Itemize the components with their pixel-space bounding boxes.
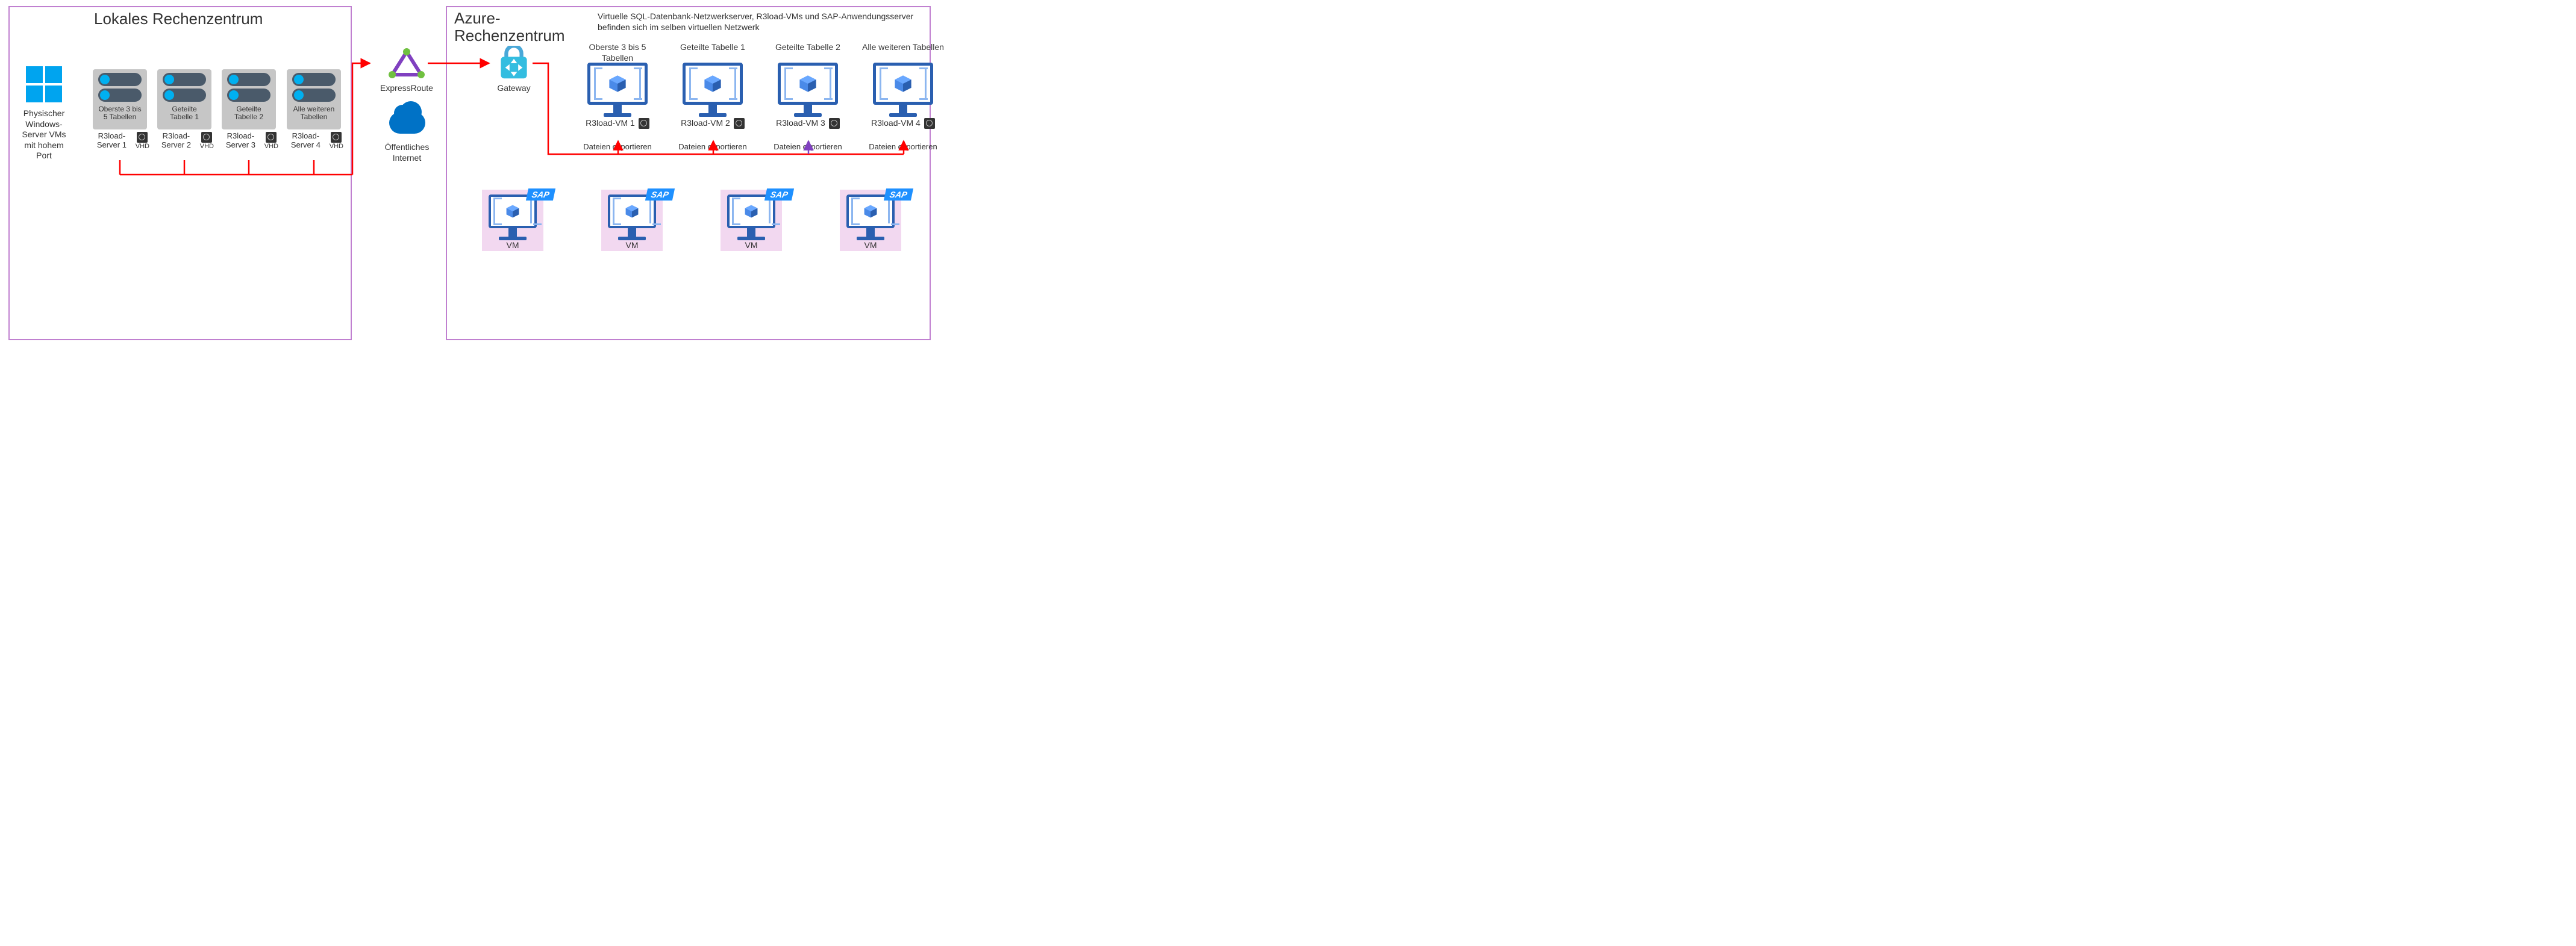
expressroute-block: ExpressRoute: [374, 48, 440, 94]
windows-caption: Physischer Windows-Server VMs mit hohem …: [17, 108, 71, 161]
server-name: R3load-Server 2: [155, 132, 198, 150]
export-label: Dateien exportieren: [774, 142, 842, 151]
server-box-caption: Alle weiteren Tabellen: [290, 105, 337, 121]
azure-title: Azure-Rechenzentrum: [454, 10, 565, 44]
r3vm-top-label: Alle weiteren Tabellen: [862, 42, 944, 63]
server-box-icon: Geteilte Tabelle 2: [222, 69, 276, 129]
vm-monitor-icon: [775, 63, 841, 117]
vhd-disk: VHD: [136, 132, 149, 150]
r3load-server-3: Geteilte Tabelle 2 R3load-Server 3 VHD: [219, 69, 278, 150]
vhd-disk: VHD: [264, 132, 278, 150]
vhd-label: VHD: [330, 143, 343, 150]
disk-icon: [266, 132, 277, 143]
r3load-vm-1: Oberste 3 bis 5 Tabellen R3load-VM 1 Dat…: [572, 42, 663, 151]
disk-icon: [331, 132, 342, 143]
server-name: R3load-Server 4: [284, 132, 327, 150]
cloud-icon: [389, 112, 425, 134]
r3vm-name: R3load-VM 1: [586, 118, 635, 129]
server-box-caption: Geteilte Tabelle 1: [161, 105, 208, 121]
sap-vm-label: VM: [507, 240, 519, 251]
r3vm-top-label: Geteilte Tabelle 2: [775, 42, 840, 63]
server-box-icon: Oberste 3 bis 5 Tabellen: [93, 69, 147, 129]
diagram-stage: Lokales Rechenzentrum Physischer Windows…: [6, 6, 934, 343]
r3vm-name: R3load-VM 3: [776, 118, 825, 129]
r3vm-name: R3load-VM 2: [681, 118, 730, 129]
public-internet-block: Öffentliches Internet: [378, 102, 436, 163]
sap-badge: SAP: [526, 188, 555, 201]
sap-vm-label: VM: [626, 240, 639, 251]
vm-monitor-icon: [843, 194, 898, 240]
vm-monitor-icon: [605, 194, 659, 240]
r3vm-top-label: Oberste 3 bis 5 Tabellen: [572, 42, 663, 63]
server-box-icon: Alle weiteren Tabellen: [287, 69, 341, 129]
r3vm-top-label: Geteilte Tabelle 1: [680, 42, 745, 63]
disk-icon: [137, 132, 148, 143]
vhd-disk: VHD: [200, 132, 214, 150]
r3load-vm-3: Geteilte Tabelle 2 R3load-VM 3 Dateien e…: [763, 42, 853, 151]
sap-vm-1: SAP VM: [482, 190, 543, 251]
export-label: Dateien exportieren: [678, 142, 746, 151]
vhd-label: VHD: [264, 143, 278, 150]
server-box-icon: Geteilte Tabelle 1: [157, 69, 211, 129]
sap-vm-label: VM: [864, 240, 877, 251]
sap-vm-box: SAP VM: [482, 190, 543, 251]
sap-badge: SAP: [764, 188, 794, 201]
export-label: Dateien exportieren: [869, 142, 937, 151]
server-name: R3load-Server 3: [219, 132, 262, 150]
sap-vm-box: SAP VM: [721, 190, 782, 251]
sap-vm-3: SAP VM: [721, 190, 782, 251]
windows-server-block: Physischer Windows-Server VMs mit hohem …: [17, 66, 71, 161]
disk-icon: [201, 132, 212, 143]
azure-note: Virtuelle SQL-Datenbank-Netzwerkserver, …: [598, 11, 924, 33]
vm-monitor-icon: [584, 63, 651, 117]
r3vm-name: R3load-VM 4: [871, 118, 921, 129]
sap-vm-2: SAP VM: [601, 190, 663, 251]
vhd-label: VHD: [136, 143, 149, 150]
internet-label: Öffentliches Internet: [378, 142, 436, 163]
sap-vm-label: VM: [745, 240, 758, 251]
local-title: Lokales Rechenzentrum: [94, 10, 263, 28]
sap-badge: SAP: [884, 188, 913, 201]
sap-badge: SAP: [645, 188, 675, 201]
export-label: Dateien exportieren: [583, 142, 651, 151]
expressroute-icon: [389, 48, 425, 79]
gateway-block: Gateway: [493, 46, 535, 94]
windows-icon: [26, 66, 62, 102]
disk-icon: [639, 118, 649, 129]
r3load-vm-4: Alle weiteren Tabellen R3load-VM 4 Datei…: [858, 42, 948, 151]
sap-vm-4: SAP VM: [840, 190, 901, 251]
disk-icon: [829, 118, 840, 129]
vhd-disk: VHD: [330, 132, 343, 150]
local-datacenter-region: Lokales Rechenzentrum: [8, 6, 352, 340]
r3load-server-4: Alle weiteren Tabellen R3load-Server 4 V…: [284, 69, 343, 150]
gateway-label: Gateway: [497, 83, 530, 94]
disk-icon: [924, 118, 935, 129]
vm-monitor-icon: [680, 63, 746, 117]
vm-monitor-icon: [870, 63, 936, 117]
expressroute-label: ExpressRoute: [380, 83, 433, 94]
vm-monitor-icon: [486, 194, 540, 240]
sap-vm-box: SAP VM: [601, 190, 663, 251]
disk-icon: [734, 118, 745, 129]
r3load-server-2: Geteilte Tabelle 1 R3load-Server 2 VHD: [155, 69, 214, 150]
sap-vm-box: SAP VM: [840, 190, 901, 251]
vm-monitor-icon: [724, 194, 778, 240]
r3load-vm-2: Geteilte Tabelle 1 R3load-VM 2 Dateien e…: [667, 42, 758, 151]
server-box-caption: Oberste 3 bis 5 Tabellen: [96, 105, 143, 121]
vhd-label: VHD: [200, 143, 214, 150]
server-box-caption: Geteilte Tabelle 2: [225, 105, 272, 121]
server-name: R3load-Server 1: [90, 132, 133, 150]
gateway-icon: [498, 46, 530, 81]
r3load-server-1: Oberste 3 bis 5 Tabellen R3load-Server 1…: [90, 69, 149, 150]
